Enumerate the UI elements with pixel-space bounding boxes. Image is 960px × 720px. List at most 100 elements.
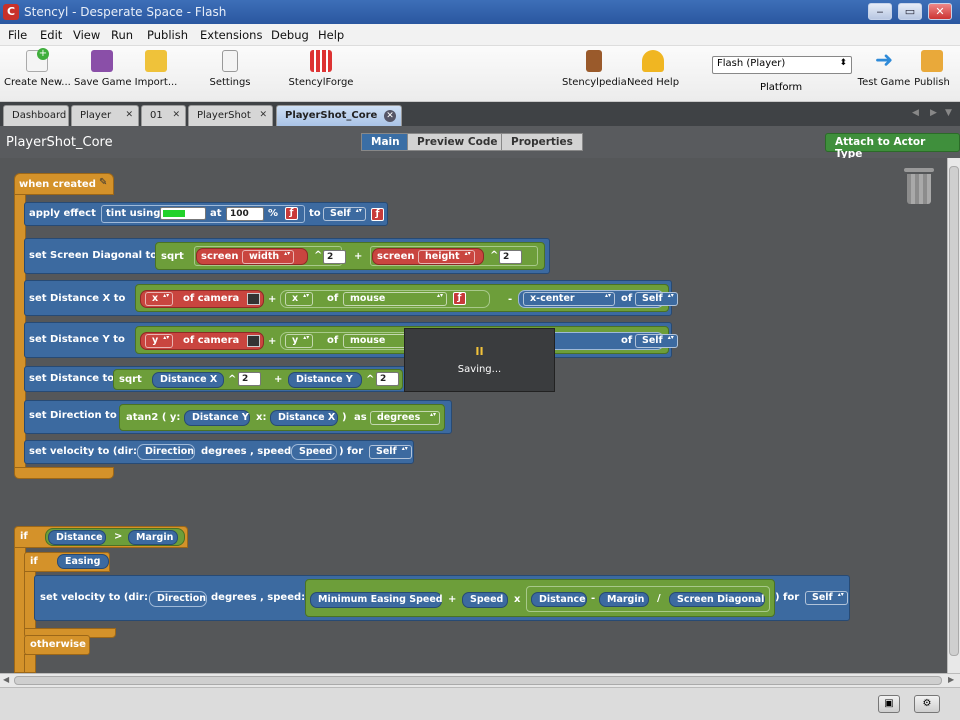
atan2-block[interactable]: atan2 ( y: Distance Y x: Distance X ) as… bbox=[119, 404, 445, 431]
actor-attribute-dropdown[interactable]: x-center bbox=[523, 292, 615, 306]
close-button[interactable]: ✕ bbox=[928, 3, 952, 20]
horizontal-scrollbar[interactable]: ◀ ▶ bbox=[0, 673, 960, 687]
tint-percent-field[interactable]: 100 bbox=[226, 207, 264, 221]
publish-button[interactable]: Publish bbox=[912, 50, 952, 88]
console-icon[interactable]: ▣ bbox=[878, 695, 900, 713]
distance-y-variable[interactable]: Distance Y bbox=[288, 372, 362, 388]
set-distance-block[interactable]: set Distance to sqrt Distance X ^ 2 + Di… bbox=[24, 366, 408, 392]
menu-view[interactable]: View bbox=[73, 28, 100, 42]
close-tab-icon[interactable]: ✕ bbox=[259, 110, 267, 120]
angle-unit-dropdown[interactable]: degrees bbox=[370, 411, 440, 425]
subtract-block[interactable]: x of camera + x of mouse ƒ - x-center of… bbox=[135, 284, 678, 312]
actor-self-dropdown[interactable]: Self bbox=[805, 591, 848, 605]
set-screen-diagonal-block[interactable]: set Screen Diagonal to sqrt screen width… bbox=[24, 238, 550, 274]
need-help-button[interactable]: Need Help bbox=[626, 50, 680, 88]
actor-self-dropdown[interactable]: Self bbox=[323, 207, 366, 221]
mouse-axis-dropdown[interactable]: y bbox=[285, 334, 314, 348]
scroll-right-icon[interactable]: ▶ bbox=[948, 675, 954, 684]
sqrt-block[interactable]: sqrt screen width ^ 2 + screen height ^ … bbox=[155, 242, 545, 270]
menu-help[interactable]: Help bbox=[318, 28, 344, 42]
tab-scroll-left-icon[interactable]: ◀ bbox=[912, 108, 919, 118]
create-new-button[interactable]: + Create New... bbox=[4, 48, 71, 88]
mouse-axis-dropdown[interactable]: x bbox=[285, 292, 314, 306]
horizontal-scroll-thumb[interactable] bbox=[14, 676, 942, 685]
maximize-button[interactable]: ▭ bbox=[898, 3, 922, 20]
mouse-x-block[interactable]: x of mouse ƒ bbox=[280, 290, 490, 308]
if-block[interactable]: if Distance > Margin bbox=[14, 526, 188, 548]
settings-button[interactable]: Settings bbox=[207, 50, 253, 88]
tab-scroll-right-icon[interactable]: ▶ bbox=[930, 108, 937, 118]
properties-button[interactable]: Properties bbox=[501, 133, 583, 151]
vertical-scroll-thumb[interactable] bbox=[949, 166, 959, 656]
power-field[interactable]: 2 bbox=[238, 372, 262, 386]
set-distance-y-block[interactable]: set Distance Y to y of camera + y of mou… bbox=[24, 322, 678, 358]
save-game-button[interactable]: Save Game bbox=[74, 50, 132, 88]
main-view-button[interactable]: Main bbox=[361, 133, 410, 151]
block-canvas[interactable]: when created ✎ apply effect tint using a… bbox=[0, 158, 947, 673]
mouse-source-dropdown[interactable]: mouse bbox=[343, 292, 447, 306]
edit-pencil-icon[interactable]: ✎ bbox=[99, 177, 107, 188]
sqrt-block[interactable]: sqrt Distance X ^ 2 + Distance Y ^ 2 bbox=[113, 369, 403, 390]
screen-diagonal-variable[interactable]: Screen Diagonal bbox=[669, 592, 765, 607]
close-tab-icon[interactable]: ✕ bbox=[125, 110, 133, 120]
gear-icon[interactable]: ⚙ bbox=[914, 695, 940, 713]
camera-axis-dropdown[interactable]: x bbox=[145, 292, 174, 306]
distance-variable[interactable]: Distance bbox=[48, 530, 106, 545]
margin-variable[interactable]: Margin bbox=[128, 530, 178, 545]
easing-variable[interactable]: Easing bbox=[57, 554, 109, 569]
easing-speed-expression[interactable]: Minimum Easing Speed + Speed x Distance … bbox=[305, 579, 775, 617]
tint-effect-block[interactable]: tint using at 100 % ƒ bbox=[101, 205, 305, 223]
close-tab-icon[interactable]: ✕ bbox=[172, 110, 180, 120]
greater-than-block[interactable]: Distance > Margin bbox=[45, 528, 185, 546]
actor-self-dropdown[interactable]: Self bbox=[369, 445, 412, 459]
trash-icon[interactable] bbox=[904, 168, 934, 206]
set-velocity-easing-block[interactable]: set velocity to (dir: Direction degrees … bbox=[34, 575, 850, 621]
distance-y-variable[interactable]: Distance Y bbox=[184, 410, 250, 426]
direction-variable[interactable]: Direction bbox=[137, 444, 195, 460]
screen-width-block[interactable]: screen width bbox=[196, 248, 308, 265]
tab-list-icon[interactable]: ▼ bbox=[945, 108, 952, 118]
menu-edit[interactable]: Edit bbox=[40, 28, 62, 42]
preview-code-button[interactable]: Preview Code bbox=[407, 133, 508, 151]
camera-x-block[interactable]: x of camera bbox=[140, 290, 264, 308]
actor-x-center-block[interactable]: x-center of Self bbox=[518, 290, 678, 308]
tint-color-picker[interactable] bbox=[160, 207, 206, 220]
tab-playershot-core[interactable]: PlayerShot_Core ✕ bbox=[276, 105, 402, 126]
actor-self-dropdown[interactable]: Self bbox=[635, 334, 678, 348]
menu-run[interactable]: Run bbox=[111, 28, 133, 42]
screen-height-block[interactable]: screen height bbox=[372, 248, 484, 265]
screen-width-dropdown[interactable]: width bbox=[242, 250, 295, 264]
distance-x-variable[interactable]: Distance X bbox=[152, 372, 224, 388]
speed-variable[interactable]: Speed bbox=[291, 444, 337, 460]
menu-file[interactable]: File bbox=[8, 28, 27, 42]
scroll-left-icon[interactable]: ◀ bbox=[3, 675, 9, 684]
minimum-easing-speed-variable[interactable]: Minimum Easing Speed bbox=[310, 592, 443, 608]
test-game-button[interactable]: ➜ Test Game bbox=[856, 50, 912, 89]
stencylpedia-button[interactable]: Stencylpedia bbox=[562, 50, 627, 88]
tab-dashboard[interactable]: Dashboard bbox=[3, 105, 69, 126]
vertical-scrollbar[interactable] bbox=[947, 158, 960, 673]
margin-variable[interactable]: Margin bbox=[599, 592, 649, 607]
power-field[interactable]: 2 bbox=[323, 250, 347, 264]
screen-height-dropdown[interactable]: height bbox=[418, 250, 475, 264]
menu-debug[interactable]: Debug bbox=[271, 28, 309, 42]
otherwise-block[interactable]: otherwise bbox=[24, 635, 90, 655]
attach-to-actor-type-button[interactable]: Attach to Actor Type bbox=[825, 133, 960, 160]
when-created-event[interactable]: when created ✎ bbox=[14, 173, 114, 195]
tab-01[interactable]: 01 ✕ bbox=[141, 105, 186, 126]
distance-x-variable[interactable]: Distance X bbox=[270, 410, 338, 426]
set-distance-x-block[interactable]: set Distance X to x of camera + x of mou… bbox=[24, 280, 678, 316]
speed-variable[interactable]: Speed bbox=[462, 592, 508, 608]
if-easing-block[interactable]: if Easing bbox=[24, 552, 110, 572]
direction-variable[interactable]: Direction bbox=[149, 591, 207, 607]
actor-self-dropdown[interactable]: Self bbox=[635, 292, 678, 306]
tab-playershot[interactable]: PlayerShot ✕ bbox=[188, 105, 273, 126]
distance-variable[interactable]: Distance bbox=[531, 592, 587, 607]
platform-select[interactable]: Flash (Player) ⬍ bbox=[712, 56, 852, 74]
power-field[interactable]: 2 bbox=[499, 250, 523, 264]
stencylforge-button[interactable]: StencylForge bbox=[288, 50, 354, 88]
subtract-block[interactable]: y of camera + y of mouse of Self bbox=[135, 326, 678, 354]
minimize-button[interactable]: ‒ bbox=[868, 3, 892, 20]
menu-publish[interactable]: Publish bbox=[147, 28, 188, 42]
apply-effect-block[interactable]: apply effect tint using at 100 % ƒ to Se… bbox=[24, 202, 388, 226]
